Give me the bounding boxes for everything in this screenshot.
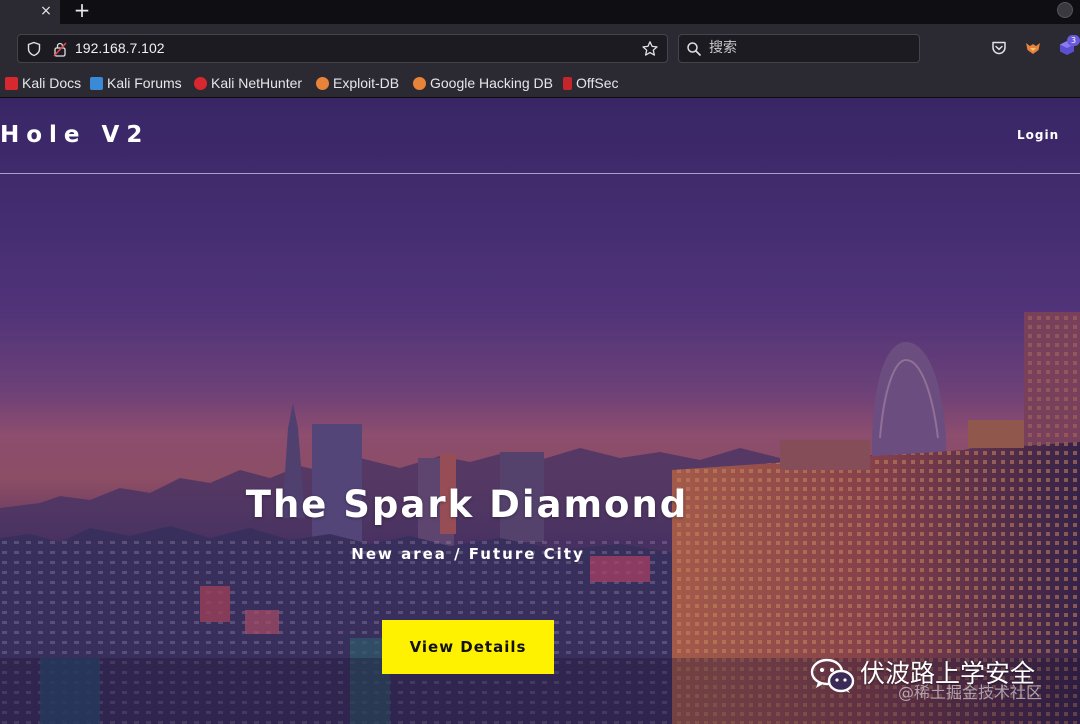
search-icon	[687, 42, 702, 57]
browser-window: × + 192.168.7.102 搜索 3 Kali Docs Kali Fo…	[0, 0, 1080, 724]
active-tab[interactable]: ×	[0, 0, 60, 24]
bookmark-kali-nethunter[interactable]: Kali NetHunter	[194, 71, 302, 95]
tracking-protection-shield-icon[interactable]	[26, 41, 42, 57]
navigation-toolbar: 192.168.7.102 搜索 3	[0, 24, 1080, 71]
exploit-db-favicon-icon	[316, 77, 329, 90]
login-link[interactable]: Login	[1017, 126, 1059, 144]
pocket-icon[interactable]	[990, 39, 1008, 57]
bookmark-label: Kali Forums	[107, 75, 182, 91]
bookmark-label: Google Hacking DB	[430, 75, 553, 91]
bookmark-kali-docs[interactable]: Kali Docs	[5, 71, 81, 95]
tab-close-icon[interactable]: ×	[38, 2, 54, 20]
google-hacking-db-favicon-icon	[413, 77, 426, 90]
bookmark-label: Kali NetHunter	[211, 75, 303, 91]
bookmark-kali-forums[interactable]: Kali Forums	[90, 71, 182, 95]
bookmark-star-icon[interactable]	[641, 40, 659, 58]
hero-title: The Spark Diamond	[245, 483, 689, 526]
insecure-lock-icon[interactable]	[53, 41, 67, 57]
bookmark-offsec[interactable]: OffSec	[563, 71, 619, 95]
kali-docs-favicon-icon	[5, 77, 18, 90]
bookmark-label: Exploit-DB	[333, 75, 400, 91]
url-text[interactable]: 192.168.7.102	[75, 35, 165, 62]
site-header: Hole V2 Login	[0, 98, 1080, 174]
bookmarks-toolbar: Kali Docs Kali Forums Kali NetHunter Exp…	[0, 71, 1080, 98]
hero-subtitle: New area / Future City	[351, 545, 585, 563]
bookmark-label: Kali Docs	[22, 75, 82, 91]
wechat-logo-icon	[810, 658, 855, 693]
window-control-button[interactable]	[1057, 2, 1073, 18]
bookmark-google-hacking-db[interactable]: Google Hacking DB	[413, 71, 553, 95]
kali-nethunter-favicon-icon	[194, 77, 207, 90]
kali-forums-favicon-icon	[90, 77, 103, 90]
search-placeholder[interactable]: 搜索	[709, 35, 737, 62]
bookmark-label: OffSec	[576, 75, 619, 91]
bookmark-exploit-db[interactable]: Exploit-DB	[316, 71, 399, 95]
tab-strip: × +	[0, 0, 1080, 24]
extension-count-badge: 3	[1067, 35, 1080, 46]
view-details-button[interactable]: View Details	[382, 620, 554, 674]
offsec-favicon-icon	[563, 77, 572, 90]
web-page: Hole V2 Login The Spark Diamond New area…	[0, 98, 1080, 724]
watermark: 伏波路上学安全 @稀土掘金技术社区	[810, 654, 1070, 714]
site-brand-logo[interactable]: Hole V2	[0, 120, 149, 150]
search-bar[interactable]: 搜索	[678, 34, 920, 63]
url-bar[interactable]: 192.168.7.102	[17, 34, 668, 63]
new-tab-icon[interactable]: +	[72, 0, 92, 22]
watermark-subtitle: @稀土掘金技术社区	[898, 683, 1043, 702]
fox-extension-icon[interactable]	[1024, 39, 1042, 57]
